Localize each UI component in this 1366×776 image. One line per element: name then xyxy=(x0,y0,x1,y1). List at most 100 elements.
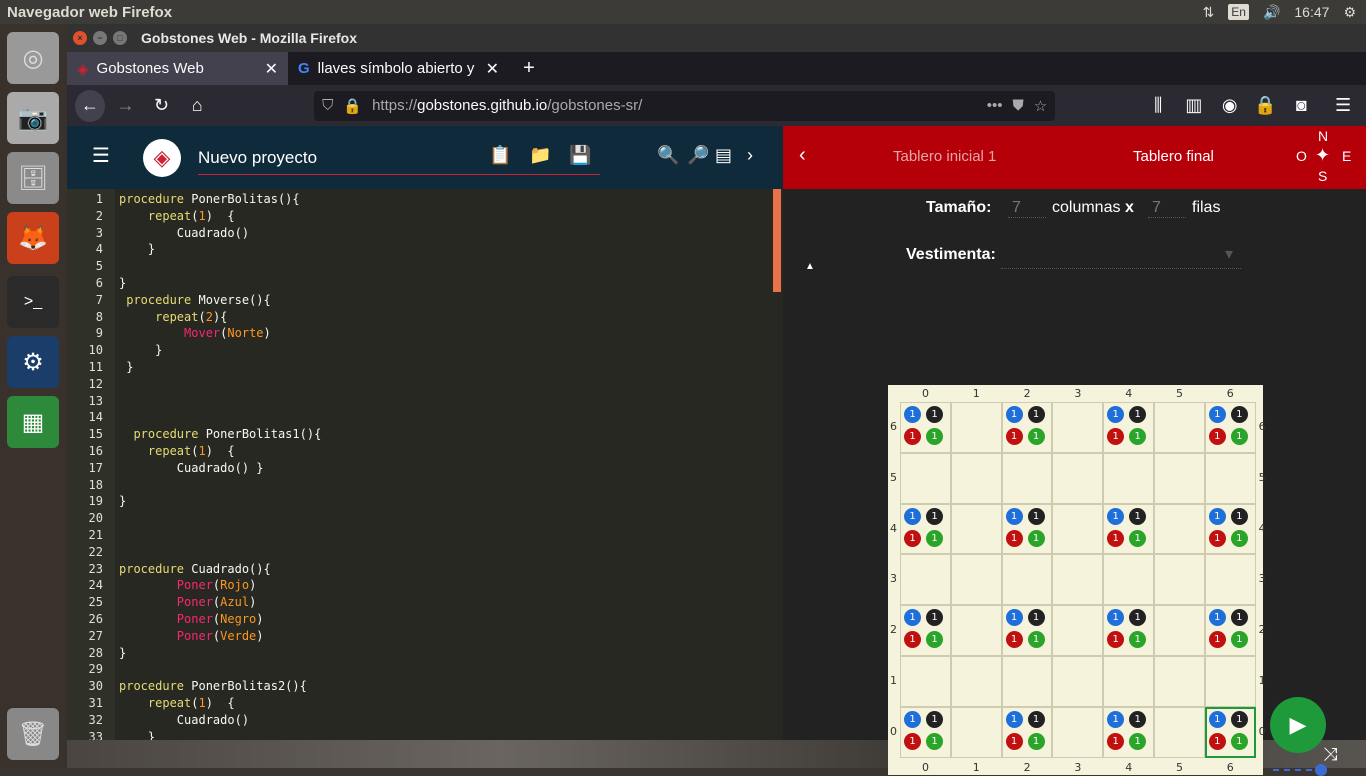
open-folder-icon[interactable]: 📁 xyxy=(529,145,551,166)
steam-icon[interactable]: ⚙ xyxy=(7,336,59,388)
chevron-left-icon[interactable]: ‹ xyxy=(799,144,806,167)
code-line[interactable]: Poner(Negro) xyxy=(119,612,264,626)
outfit-select[interactable]: ▾ xyxy=(1001,244,1241,269)
code-line[interactable]: } xyxy=(119,276,126,290)
code-line[interactable]: Cuadrado() xyxy=(119,713,249,727)
column-label: 6 xyxy=(1226,760,1234,774)
file-manager-icon[interactable]: 🗄 xyxy=(7,152,59,204)
line-number: 30 xyxy=(88,679,103,694)
line-number: 1 xyxy=(95,192,103,206)
code-line[interactable]: } xyxy=(119,242,155,256)
blue-ball: 1 xyxy=(904,406,921,423)
code-line[interactable]: procedure PonerBolitas1(){ xyxy=(119,427,321,441)
back-arrow-icon[interactable]: ← xyxy=(75,89,105,122)
extension-mask-icon[interactable]: ◙ xyxy=(1286,90,1316,122)
close-tab-icon[interactable]: ✕ xyxy=(265,59,278,79)
line-number: 27 xyxy=(88,628,103,643)
extension-lock-icon[interactable]: 🔒 xyxy=(1251,90,1281,122)
bookmark-star-icon[interactable]: ☆ xyxy=(1034,97,1047,115)
code-line[interactable]: Poner(Verde) xyxy=(119,629,264,643)
settings-gear-icon[interactable]: ⚙ xyxy=(1343,4,1356,21)
tab-initial-board[interactable]: Tablero inicial 1 xyxy=(893,148,996,165)
code-line[interactable]: repeat(1) { xyxy=(119,444,235,458)
sidebar-icon[interactable]: ▥ xyxy=(1179,90,1209,122)
code-line[interactable]: repeat(1) { xyxy=(119,209,235,223)
code-line[interactable]: } xyxy=(119,360,133,374)
code-line[interactable]: Cuadrado() } xyxy=(119,461,264,475)
menu-icon[interactable]: ☰ xyxy=(92,143,110,168)
board-cell xyxy=(950,706,1002,758)
code-line[interactable]: repeat(2){ xyxy=(119,310,227,324)
code-editor[interactable]: 1 2 3 4 5 6 7 8 9 10 11 12 13 14 15 16 17 18 19 20 21 22 23 24 2… xyxy=(67,189,783,740)
save-icon[interactable]: 💾 xyxy=(569,145,591,166)
green-ball: 1 xyxy=(1230,529,1248,547)
line-number: 25 xyxy=(88,595,103,610)
shield-icon[interactable]: ⛉ xyxy=(322,97,333,114)
code-line[interactable]: } xyxy=(119,343,162,357)
line-number: 22 xyxy=(88,544,103,559)
clock[interactable]: 16:47 xyxy=(1294,4,1329,20)
firefox-launcher-icon[interactable]: 🦊 xyxy=(7,212,59,264)
board-cell xyxy=(1154,605,1205,656)
code-line[interactable]: repeat(1) { xyxy=(119,696,235,710)
code-line[interactable]: procedure PonerBolitas(){ xyxy=(119,192,300,206)
line-number: 28 xyxy=(88,645,103,660)
network-icon[interactable]: ⇅ xyxy=(1203,4,1215,21)
code-line[interactable]: Mover(Norte) xyxy=(119,326,271,340)
black-ball: 1 xyxy=(1027,406,1045,423)
tab-gobstones[interactable]: ◈ Gobstones Web ✕ xyxy=(67,52,288,85)
zoom-in-icon[interactable]: 🔍 xyxy=(657,145,679,166)
clipboard-icon[interactable]: 📋 xyxy=(489,145,511,166)
code-line[interactable]: procedure Moverse(){ xyxy=(119,293,271,307)
camera-app-icon[interactable]: 📷 xyxy=(7,92,59,144)
tab-final-board[interactable]: Tablero final xyxy=(1133,148,1214,165)
blue-ball: 1 xyxy=(1005,507,1023,525)
board-cell xyxy=(1154,554,1205,606)
pocket-icon[interactable]: ⛊ xyxy=(1013,97,1024,114)
code-line[interactable]: } xyxy=(119,494,126,508)
green-ball: 1 xyxy=(1027,732,1045,750)
forward-arrow-icon[interactable]: → xyxy=(111,90,141,122)
code-line[interactable]: procedure PonerBolitas2(){ xyxy=(119,679,307,693)
code-line[interactable]: procedure Cuadrado(){ xyxy=(119,562,271,576)
terminal-icon[interactable]: >_ xyxy=(7,276,59,328)
library-icon[interactable]: ⫼ xyxy=(1143,90,1173,122)
close-tab-icon[interactable]: ✕ xyxy=(486,59,499,79)
code-line[interactable]: } xyxy=(119,646,126,660)
red-ball: 1 xyxy=(1208,529,1226,547)
chevron-right-icon[interactable]: › xyxy=(747,145,753,166)
toggle-panel-icon[interactable]: ▤ xyxy=(715,145,732,166)
code-line[interactable]: Poner(Rojo) xyxy=(119,578,257,592)
url-text[interactable]: https://gobstones.github.io/gobstones-sr… xyxy=(372,97,977,114)
home-icon[interactable]: ⌂ xyxy=(182,90,212,122)
speed-slider-handle[interactable] xyxy=(1315,764,1327,776)
rows-input[interactable]: 7 xyxy=(1148,199,1186,218)
volume-icon[interactable]: 🔊 xyxy=(1263,4,1280,21)
spreadsheet-icon[interactable]: ▦ xyxy=(7,396,59,448)
code-line[interactable]: } xyxy=(119,730,155,740)
page-actions-icon[interactable]: ••• xyxy=(987,97,1003,114)
tab-google-search[interactable]: G llaves símbolo abierto y ✕ xyxy=(288,52,509,85)
row-label: 5 xyxy=(890,470,897,484)
maximize-window-button[interactable]: □ xyxy=(113,31,127,45)
reload-icon[interactable]: ↻ xyxy=(147,90,177,122)
editor-scrollbar[interactable] xyxy=(773,189,781,292)
minimize-window-button[interactable]: − xyxy=(93,31,107,45)
row-label: 1 xyxy=(1258,674,1266,687)
shuffle-icon[interactable]: ⤨ xyxy=(1323,744,1337,765)
close-window-button[interactable]: × xyxy=(73,31,87,45)
zoom-out-icon[interactable]: 🔎 xyxy=(687,145,709,166)
new-tab-button[interactable]: + xyxy=(509,52,549,85)
run-play-button[interactable]: ▶ xyxy=(1270,697,1326,753)
code-line[interactable]: Cuadrado() xyxy=(119,226,249,240)
ubuntu-dash-icon[interactable]: ◎ xyxy=(7,32,59,84)
account-icon[interactable]: ◉ xyxy=(1215,90,1245,122)
collapse-arrow-icon[interactable]: ▲ xyxy=(805,261,815,272)
trash-icon[interactable]: 🗑 xyxy=(7,708,59,760)
keyboard-layout-indicator[interactable]: En xyxy=(1228,4,1249,20)
menu-hamburger-icon[interactable]: ☰ xyxy=(1328,90,1358,122)
code-line[interactable]: Poner(Azul) xyxy=(119,595,257,609)
green-ball: 1 xyxy=(926,529,943,547)
columns-input[interactable]: 7 xyxy=(1008,199,1046,218)
url-bar[interactable]: ⛉ 🔒 https://gobstones.github.io/gobstone… xyxy=(314,90,1056,121)
